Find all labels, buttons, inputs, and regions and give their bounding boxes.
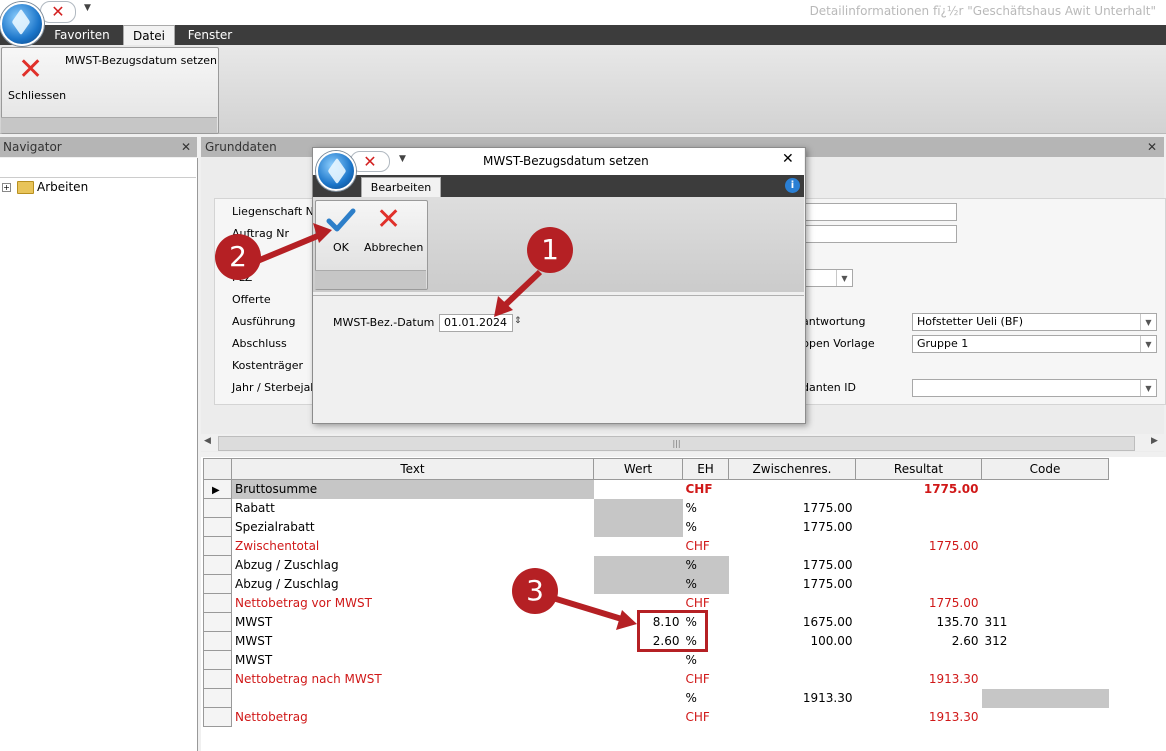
arrow-2-head — [313, 223, 332, 243]
arrow-1 — [499, 269, 543, 311]
arrow-3-head — [616, 610, 637, 630]
annotation-badge-2: 2 — [215, 234, 261, 280]
dialog-app-icon[interactable] — [316, 151, 356, 191]
app-menu-icon[interactable] — [0, 2, 44, 46]
mwst-highlight-box — [637, 610, 708, 652]
arrow-2 — [253, 232, 322, 265]
annotation-badge-1: 1 — [527, 227, 573, 273]
annotation-arrows — [253, 223, 637, 630]
arrow-3 — [552, 595, 626, 623]
annotation-badge-3: 3 — [512, 568, 558, 614]
